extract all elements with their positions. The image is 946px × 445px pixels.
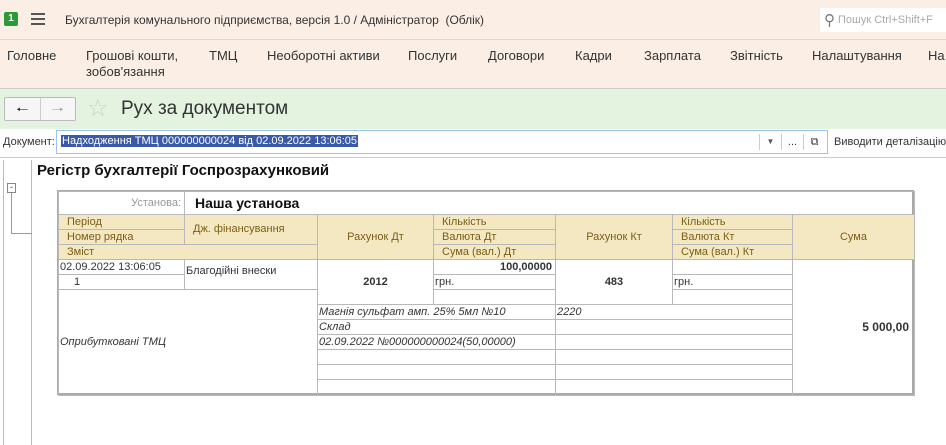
subconto-kt-6 — [555, 379, 793, 396]
menu-hr[interactable]: Кадри — [575, 48, 612, 64]
detail-label: Виводити деталізацію: — [834, 136, 946, 148]
header-account-dt: Рахунок Дт — [317, 214, 434, 260]
row-currency-dt: грн. — [433, 274, 556, 290]
menu-contracts[interactable]: Договори — [488, 48, 544, 64]
header-currency-dt: Валюта Дт — [433, 229, 556, 245]
row-account-dt[interactable]: 2012 — [317, 259, 434, 305]
menu-cash[interactable]: Грошові кошти, зобов'язання — [86, 48, 196, 80]
document-bar: Документ: Надходження ТМЦ 000000000024 в… — [0, 129, 946, 158]
org-value: Наша установа — [184, 191, 915, 215]
menu-salary[interactable]: Зарплата — [644, 48, 701, 64]
header-account-kt: Рахунок Кт — [555, 214, 673, 260]
favorite-star-icon[interactable]: ☆ — [87, 94, 109, 123]
header-qty-dt: Кількість — [433, 214, 556, 230]
subconto-dt-2[interactable]: Склад — [317, 319, 556, 335]
row-sum-cur-kt — [672, 289, 793, 305]
forward-button[interactable]: 🠒 — [41, 98, 76, 120]
document-value: Надходження ТМЦ 000000000024 від 02.09.2… — [61, 135, 359, 147]
open-icon[interactable]: ⧉ — [803, 134, 825, 150]
subconto-kt-4 — [555, 349, 793, 365]
subconto-dt-4 — [317, 349, 556, 365]
page-title: Рух за документом — [121, 98, 289, 119]
header-fin-source: Дж. фінансування — [184, 214, 318, 245]
search-placeholder: Пошук Ctrl+Shift+F — [838, 14, 933, 26]
menu-icon[interactable] — [31, 13, 45, 25]
header-sum-cur-dt: Сума (вал.) Дт — [433, 244, 556, 260]
menu-settings[interactable]: Налаштування — [812, 48, 902, 64]
menu-more[interactable]: На — [928, 48, 945, 64]
document-label: Документ: — [3, 136, 55, 148]
document-field[interactable]: Надходження ТМЦ 000000000024 від 02.09.2… — [56, 130, 828, 154]
dropdown-button[interactable]: ▼ — [759, 134, 781, 150]
app-logo-icon[interactable]: 1 — [4, 12, 18, 26]
section-menu: Головне Грошові кошти, зобов'язання ТМЦ … — [0, 40, 946, 89]
header-currency-kt: Валюта Кт — [672, 229, 793, 245]
subconto-kt-2 — [555, 319, 793, 335]
header-qty-kt: Кількість — [672, 214, 793, 230]
menu-services[interactable]: Послуги — [408, 48, 457, 64]
menu-fixed-assets[interactable]: Необоротні активи — [267, 48, 380, 64]
subconto-kt-5 — [555, 364, 793, 380]
menu-inventory[interactable]: ТМЦ — [209, 48, 237, 64]
title-bar: 1 Бухгалтерія комунального підприємства,… — [0, 0, 946, 40]
search-icon: ⚲ — [824, 12, 835, 29]
row-fin-source[interactable]: Благодійні внески — [184, 259, 318, 290]
header-content: Зміст — [58, 244, 318, 260]
subconto-dt-3[interactable]: 02.09.2022 №000000000024(50,00000) — [317, 334, 556, 350]
row-currency-kt: грн. — [672, 274, 793, 290]
header-sum-cur-kt: Сума (вал.) Кт — [672, 244, 793, 260]
org-label: Установа: — [58, 191, 185, 215]
app-title: Бухгалтерія комунального підприємства, в… — [65, 13, 485, 27]
row-qty-dt: 100,00000 — [433, 259, 556, 275]
group-collapse-icon[interactable]: - — [7, 183, 16, 193]
nav-buttons: 🠐 🠒 — [4, 97, 76, 121]
header-line-no: Номер рядка — [58, 229, 185, 245]
search-field[interactable]: ⚲ Пошук Ctrl+Shift+F — [820, 8, 946, 32]
row-sum-cur-dt — [433, 289, 556, 305]
row-period[interactable]: 02.09.2022 13:06:05 — [58, 259, 185, 275]
subconto-dt-1[interactable]: Магнія сульфат амп. 25% 5мл №10 — [317, 304, 556, 320]
report-table: Установа: Наша установа Період Номер ряд… — [57, 190, 915, 396]
menu-reports[interactable]: Звітність — [730, 48, 783, 64]
form-header: 🠐 🠒 ☆ Рух за документом — [0, 89, 946, 129]
subconto-dt-6 — [317, 379, 556, 396]
row-qty-kt — [672, 259, 793, 275]
row-sum: 5 000,00 — [792, 259, 915, 396]
back-button[interactable]: 🠐 — [5, 98, 41, 120]
header-sum: Сума — [792, 214, 915, 260]
header-period: Період — [58, 214, 185, 230]
report-title: Регістр бухгалтерії Госпрозрахунковий — [37, 162, 330, 179]
row-account-kt[interactable]: 483 — [555, 259, 673, 305]
menu-home[interactable]: Головне — [7, 48, 56, 64]
select-button[interactable]: ... — [781, 134, 803, 150]
row-line-no: 1 — [58, 274, 185, 290]
row-content: Оприбутковані ТМЦ — [58, 289, 318, 396]
group-bracket — [11, 193, 32, 234]
subconto-kt-1[interactable]: 2220 — [555, 304, 793, 320]
subconto-dt-5 — [317, 364, 556, 380]
subconto-kt-3 — [555, 334, 793, 350]
